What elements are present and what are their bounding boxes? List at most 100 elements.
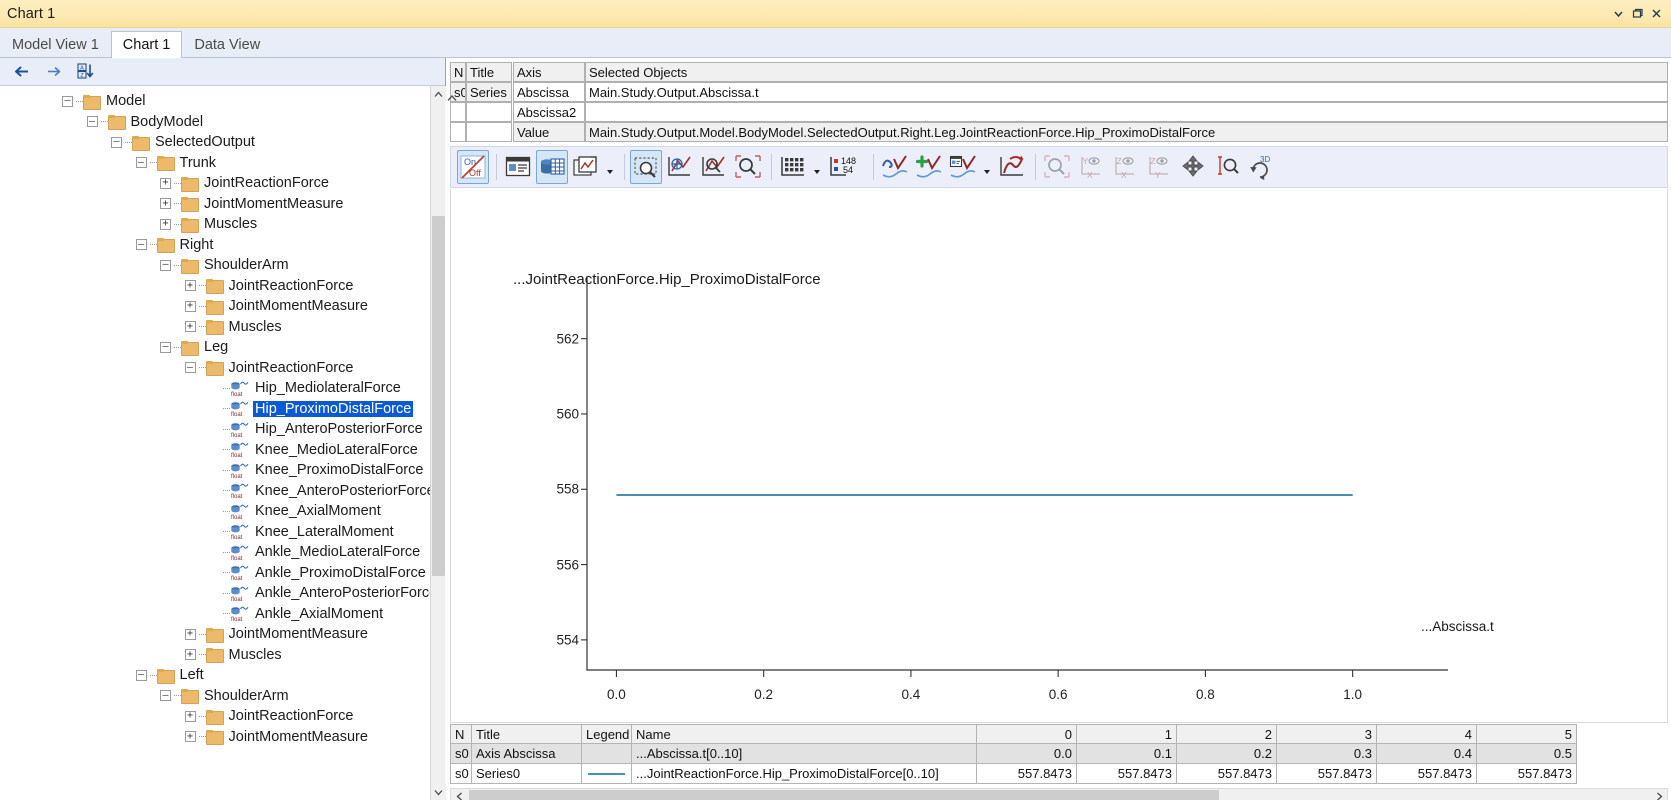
curve-legend-caret-icon[interactable]	[981, 150, 993, 184]
zoom-fit-button[interactable]	[1041, 150, 1073, 184]
tree-node-trunk[interactable]: – Trunk	[0, 153, 446, 174]
view-3d-button[interactable]: 3D	[1245, 150, 1277, 184]
tree-node-model[interactable]: – Model	[0, 91, 446, 112]
zoom-box-button[interactable]	[630, 150, 662, 184]
expand-toggle-icon[interactable]: +	[184, 300, 196, 312]
expand-toggle-icon[interactable]: +	[184, 321, 196, 333]
tree-node-hip-proximodistalforce[interactable]: float Hip_ProximoDistalForce	[0, 399, 446, 420]
tree-node-jointreactionforce[interactable]: + JointReactionForce	[0, 173, 446, 194]
sort-az-icon[interactable]: A Z	[77, 63, 95, 81]
pan-zoom-button[interactable]	[664, 150, 696, 184]
collapse-toggle-icon[interactable]: –	[62, 95, 73, 107]
collapse-toggle-icon[interactable]: –	[160, 259, 171, 271]
tree-node-jointmomentmeasure[interactable]: + JointMomentMeasure	[0, 727, 446, 748]
collapse-toggle-icon[interactable]: –	[160, 341, 171, 353]
tree-node-jointmomentmeasure[interactable]: + JointMomentMeasure	[0, 624, 446, 645]
scroll-down-icon[interactable]	[431, 784, 446, 800]
back-arrow-icon[interactable]	[13, 63, 31, 81]
series-row3-n[interactable]	[450, 122, 466, 142]
tree-node-jointmomentmeasure[interactable]: + JointMomentMeasure	[0, 194, 446, 215]
tree-node-ankle-axialmoment[interactable]: float Ankle_AxialMoment	[0, 604, 446, 625]
tree-node-jointreactionforce[interactable]: – JointReactionForce	[0, 358, 446, 379]
tree-node-right[interactable]: – Right	[0, 235, 446, 256]
collapse-toggle-icon[interactable]: –	[86, 116, 98, 128]
plot-area[interactable]: ...JointReactionForce.Hip_ProximoDistalF…	[450, 189, 1668, 723]
axis-row-abscissa2-value[interactable]	[585, 102, 1668, 122]
tab-chart-1[interactable]: Chart 1	[110, 31, 183, 58]
table-row[interactable]: s0 Series0 ...JointReactionForce.Hip_Pro…	[450, 764, 1668, 784]
tree-node-knee-lateralmoment[interactable]: float Knee_LateralMoment	[0, 522, 446, 543]
expand-toggle-icon[interactable]: +	[184, 649, 196, 661]
expand-toggle-icon[interactable]: +	[184, 628, 196, 640]
scroll-left-icon[interactable]	[451, 789, 467, 800]
series-row3-title[interactable]	[466, 122, 512, 142]
tree-scroll-area[interactable]: – Model – BodyModel – SelectedOutput – Trunk + Jo…	[0, 86, 446, 800]
curve-smooth-button[interactable]	[879, 150, 911, 184]
collapse-toggle-icon[interactable]: –	[184, 362, 196, 374]
minimize-icon[interactable]	[1610, 5, 1627, 22]
tree-node-bodymodel[interactable]: – BodyModel	[0, 112, 446, 133]
series-row2-title[interactable]	[466, 102, 512, 122]
new-chart-caret-icon[interactable]	[604, 150, 616, 184]
close-icon[interactable]	[1648, 5, 1665, 22]
tree-node-muscles[interactable]: + Muscles	[0, 214, 446, 235]
tree-node-shoulderarm[interactable]: – ShoulderArm	[0, 255, 446, 276]
hscroll-thumb[interactable]	[469, 790, 1219, 800]
tree-node-ankle-proximodistalforce[interactable]: float Ankle_ProximoDistalForce	[0, 563, 446, 584]
scroll-up-icon[interactable]	[431, 86, 446, 102]
axis-row-value-value[interactable]: Main.Study.Output.Model.BodyModel.Select…	[585, 122, 1668, 142]
tree-node-leg[interactable]: – Leg	[0, 337, 446, 358]
tree-node-jointreactionforce[interactable]: + JointReactionForce	[0, 706, 446, 727]
tree-node-shoulderarm[interactable]: – ShoulderArm	[0, 686, 446, 707]
collapse-toggle-icon[interactable]: –	[135, 157, 147, 169]
axis-row-value[interactable]: Value	[513, 122, 585, 142]
grid-caret-icon[interactable]	[811, 150, 823, 184]
tree-node-hip-anteroposteriorforce[interactable]: float Hip_AnteroPosteriorForce	[0, 419, 446, 440]
axis-row-abscissa-value[interactable]: Main.Study.Output.Abscissa.t	[585, 82, 1668, 102]
grid-button[interactable]	[777, 150, 809, 184]
measure-button[interactable]	[1211, 150, 1243, 184]
expand-toggle-icon[interactable]: +	[184, 280, 196, 292]
tree-node-muscles[interactable]: + Muscles	[0, 317, 446, 338]
series-properties-button[interactable]	[502, 150, 534, 184]
tree-node-knee-mediolateralforce[interactable]: float Knee_MedioLateralForce	[0, 440, 446, 461]
new-chart-button[interactable]	[570, 150, 602, 184]
tree-node-muscles[interactable]: + Muscles	[0, 645, 446, 666]
tree-node-knee-anteroposteriorforce[interactable]: float Knee_AnteroPosteriorForce	[0, 481, 446, 502]
point-count-button[interactable]: 148 54	[826, 150, 866, 184]
collapse-toggle-icon[interactable]: –	[135, 669, 147, 681]
panel-collapse-icon[interactable]	[446, 88, 458, 108]
tab-model-view-1[interactable]: Model View 1	[0, 32, 111, 57]
expand-toggle-icon[interactable]: +	[184, 731, 196, 743]
tree-node-knee-axialmoment[interactable]: float Knee_AxialMoment	[0, 501, 446, 522]
restore-icon[interactable]	[1629, 5, 1646, 22]
axis-row-abscissa2[interactable]: Abscissa2	[513, 102, 585, 122]
series-row-title[interactable]: Series	[466, 82, 512, 102]
tree-node-hip-mediolateralforce[interactable]: float Hip_MediolateralForce	[0, 378, 446, 399]
expand-toggle-icon[interactable]: +	[160, 218, 171, 230]
axis-row-abscissa[interactable]: Abscissa	[513, 82, 585, 102]
tree-node-ankle-anteroposteriorforce[interactable]: float Ankle_AnteroPosteriorForce	[0, 583, 446, 604]
zoom-rect-button[interactable]	[698, 150, 730, 184]
move-button[interactable]	[1177, 150, 1209, 184]
expand-toggle-icon[interactable]: +	[184, 710, 196, 722]
redo-curve-button[interactable]	[996, 150, 1028, 184]
forward-arrow-icon[interactable]	[45, 63, 63, 81]
chart-svg[interactable]	[451, 189, 1668, 723]
zoom-out-button[interactable]	[732, 150, 764, 184]
view-zy-button[interactable]: Z Y	[1143, 150, 1175, 184]
tree-vertical-scrollbar[interactable]	[430, 86, 446, 800]
tree-scroll-thumb[interactable]	[432, 216, 445, 576]
tree-node-jointreactionforce[interactable]: + JointReactionForce	[0, 276, 446, 297]
tree-node-knee-proximodistalforce[interactable]: float Knee_ProximoDistalForce	[0, 460, 446, 481]
on-off-toggle-button[interactable]: On Off	[457, 150, 489, 184]
hscroll-track[interactable]	[467, 789, 1651, 800]
tree-node-left[interactable]: – Left	[0, 665, 446, 686]
scroll-right-icon[interactable]	[1651, 789, 1667, 800]
curve-legend-button[interactable]	[947, 150, 979, 184]
expand-toggle-icon[interactable]: +	[160, 198, 171, 210]
view-yx-button[interactable]: Y X	[1075, 150, 1107, 184]
data-table-horizontal-scrollbar[interactable]	[450, 788, 1668, 800]
tree-node-jointmomentmeasure[interactable]: + JointMomentMeasure	[0, 296, 446, 317]
table-row[interactable]: s0 Axis Abscissa ...Abscissa.t[0..10] 0.…	[450, 744, 1668, 764]
